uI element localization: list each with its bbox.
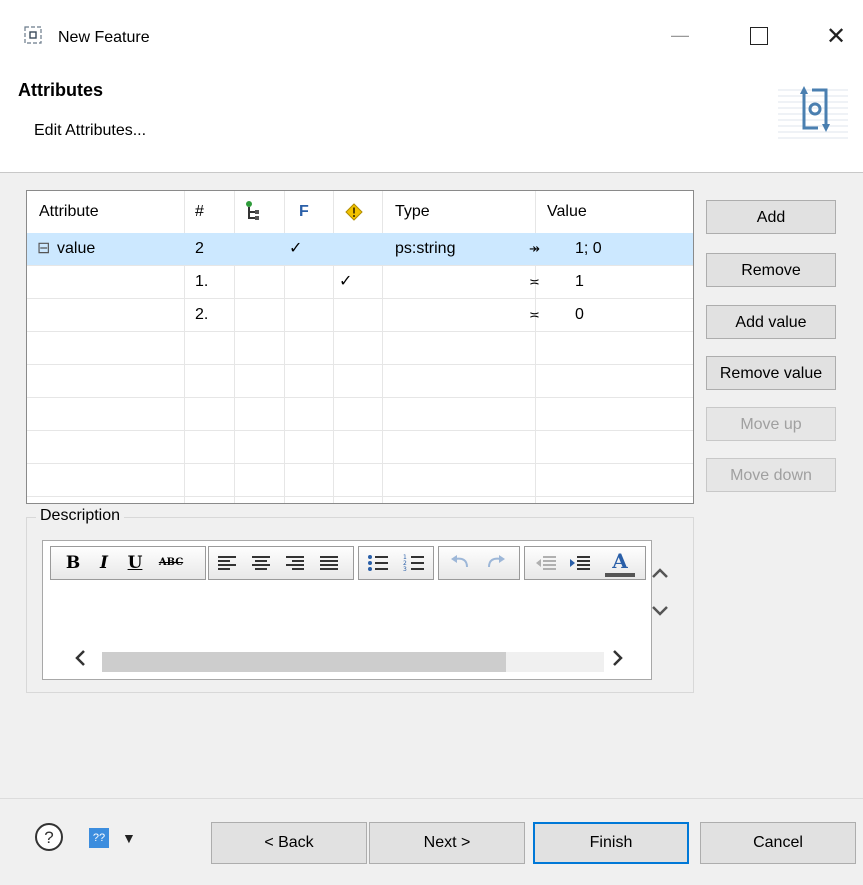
table-row-empty (27, 365, 693, 398)
horizontal-scroll-thumb[interactable] (102, 652, 506, 672)
warning-checkmark[interactable]: ✓ (339, 266, 352, 298)
add-button[interactable]: Add (706, 200, 836, 234)
history-group (438, 546, 520, 580)
add-value-button[interactable]: Add value (706, 305, 836, 339)
attribute-type: ps:string (395, 240, 456, 257)
tree-icon (246, 201, 259, 220)
cancel-button[interactable]: Cancel (700, 822, 856, 864)
window-title: New Feature (58, 29, 150, 46)
value-entry: 0 (575, 306, 584, 323)
italic-button[interactable]: I (91, 547, 117, 579)
table-row[interactable]: 1. ✓ ≍ 1 (27, 266, 693, 299)
indent-group: A (524, 546, 646, 580)
attribute-count: 2 (195, 240, 204, 257)
bold-button[interactable]: B (59, 547, 87, 579)
undo-icon[interactable] (449, 555, 471, 571)
maximize-button[interactable] (750, 27, 768, 45)
strikethrough-button[interactable]: ABC (153, 547, 189, 579)
list-group: 123 (358, 546, 434, 580)
collapse-toggle[interactable]: ⊟ (37, 233, 50, 265)
table-row-empty (27, 332, 693, 365)
move-up-button[interactable]: Move up (706, 407, 836, 441)
justify-icon[interactable] (319, 555, 339, 571)
attribute-value: 1; 0 (575, 240, 602, 257)
table-row-empty (27, 464, 693, 497)
scroll-up-icon[interactable] (650, 566, 670, 580)
chevron-down-icon[interactable]: ▼ (122, 830, 136, 846)
table-row-empty (27, 398, 693, 431)
redo-icon[interactable] (485, 555, 507, 571)
value-entry: 1 (575, 273, 584, 290)
align-left-icon[interactable] (217, 555, 237, 571)
column-header-count[interactable]: # (195, 191, 204, 233)
feature-icon (24, 26, 42, 44)
move-down-button[interactable]: Move down (706, 458, 836, 492)
underline-button[interactable]: U (121, 547, 149, 579)
footer-separator (0, 798, 863, 799)
scroll-left-icon[interactable] (72, 646, 88, 670)
align-center-icon[interactable] (251, 555, 271, 571)
minimize-button[interactable]: — (668, 26, 692, 48)
wizard-banner-icon (778, 86, 848, 139)
table-header: Attribute # F Type Value (27, 191, 693, 233)
constant-value-icon: ≍ (529, 274, 540, 289)
scroll-down-icon[interactable] (650, 604, 670, 618)
editor-toolbar: B I U ABC 123 A (44, 542, 648, 586)
outdent-icon[interactable] (535, 555, 557, 571)
table-row-value[interactable]: ⊟ value 2 ✓ ps:string ↠ 1; 0 (27, 233, 693, 266)
svg-text:?: ? (44, 828, 53, 847)
calculated-value-icon: ↠ (529, 241, 540, 256)
column-header-value[interactable]: Value (547, 191, 587, 233)
column-header-attribute[interactable]: Attribute (39, 191, 99, 233)
numbered-list-icon[interactable]: 123 (403, 554, 425, 572)
page-title: Attributes (18, 80, 103, 100)
constant-value-icon: ≍ (529, 307, 540, 322)
back-button[interactable]: < Back (211, 822, 367, 864)
align-right-icon[interactable] (285, 555, 305, 571)
page-description: Edit Attributes... (34, 122, 147, 139)
table-row[interactable]: 2. ≍ 0 (27, 299, 693, 332)
help-icon[interactable]: ? (34, 822, 64, 852)
scroll-right-icon[interactable] (610, 646, 626, 670)
attribute-table[interactable]: Attribute # F Type Value ⊟ value 2 ✓ ps:… (26, 190, 694, 504)
value-index: 2. (195, 306, 209, 323)
svg-text:3: 3 (403, 566, 407, 572)
table-row-empty (27, 431, 693, 464)
column-header-f[interactable]: F (299, 191, 309, 233)
f-checkmark[interactable]: ✓ (289, 233, 302, 265)
finish-button[interactable]: Finish (533, 822, 689, 864)
bullet-list-icon[interactable] (367, 554, 389, 572)
format-group: B I U ABC (50, 546, 206, 580)
indent-icon[interactable] (569, 555, 591, 571)
column-header-type[interactable]: Type (395, 191, 430, 233)
next-button[interactable]: Next > (369, 822, 525, 864)
font-color-button[interactable]: A (605, 547, 635, 577)
attribute-name: value (57, 240, 96, 257)
value-index: 1. (195, 273, 209, 290)
close-button[interactable]: ✕ (826, 22, 846, 51)
tips-icon[interactable]: ?? (89, 828, 109, 848)
remove-button[interactable]: Remove (706, 253, 836, 287)
remove-value-button[interactable]: Remove value (706, 356, 836, 390)
align-group (208, 546, 354, 580)
description-label: Description (36, 507, 125, 525)
warning-icon (345, 203, 363, 221)
